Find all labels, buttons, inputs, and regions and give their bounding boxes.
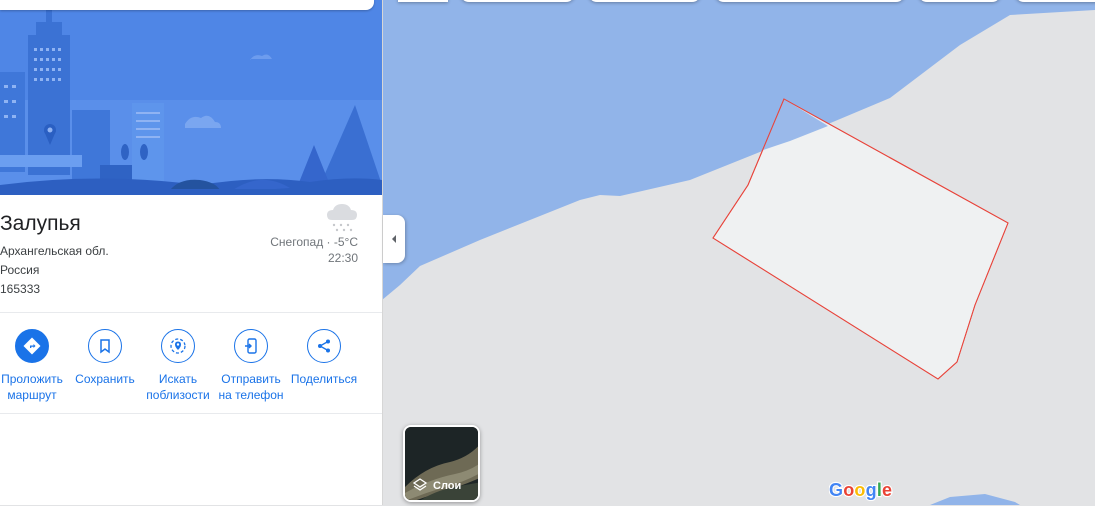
send-to-phone-label: Отправить на телефон: [218, 372, 284, 402]
map-filter-chip[interactable]: [460, 0, 575, 2]
map-filter-chip[interactable]: [918, 0, 1001, 2]
search-box[interactable]: [0, 0, 374, 10]
directions-icon: [23, 337, 41, 355]
chevron-left-icon: [392, 235, 396, 243]
share-icon: [318, 339, 330, 353]
divider: [0, 312, 382, 313]
layers-button[interactable]: Слои: [403, 425, 480, 502]
share-button[interactable]: Поделиться: [284, 329, 364, 387]
share-label: Поделиться: [290, 372, 358, 386]
search-nearby-button[interactable]: Искать поблизости: [138, 329, 218, 403]
place-postal-code: 165333: [0, 282, 41, 296]
save-label: Сохранить: [75, 372, 135, 386]
map-filter-chip[interactable]: [715, 0, 905, 2]
nearby-icon: [170, 338, 186, 354]
search-nearby-label: Искать поблизости: [146, 372, 210, 402]
weather-time: 22:30: [327, 251, 358, 265]
svg-text:Google: Google: [829, 480, 892, 500]
save-button[interactable]: Сохранить: [65, 329, 145, 387]
divider: [0, 413, 382, 414]
directions-button[interactable]: Проложить маршрут: [0, 329, 72, 403]
place-hero-illustration: [0, 0, 382, 195]
layers-icon: [413, 478, 427, 491]
snow-cloud-icon: [327, 204, 357, 232]
place-title: Залупья: [0, 212, 81, 235]
place-panel: Залупья Архангельская обл. Россия 165333…: [0, 0, 383, 505]
layers-label: Слои: [433, 480, 462, 492]
send-to-phone-icon: [245, 338, 257, 354]
place-country: Россия: [0, 263, 40, 277]
map-control-chip[interactable]: [398, 0, 448, 2]
collapse-panel-button[interactable]: [383, 215, 405, 263]
send-to-phone-button[interactable]: Отправить на телефон: [211, 329, 291, 403]
place-region: Архангельская обл.: [0, 244, 109, 258]
weather-condition: Снегопад · -5°C: [270, 235, 358, 249]
google-logo: Google Google: [828, 479, 895, 506]
map-filter-chip[interactable]: [588, 0, 701, 2]
map-filter-chip[interactable]: [1015, 0, 1095, 2]
bookmark-icon: [100, 339, 110, 354]
directions-label: Проложить маршрут: [1, 372, 63, 402]
